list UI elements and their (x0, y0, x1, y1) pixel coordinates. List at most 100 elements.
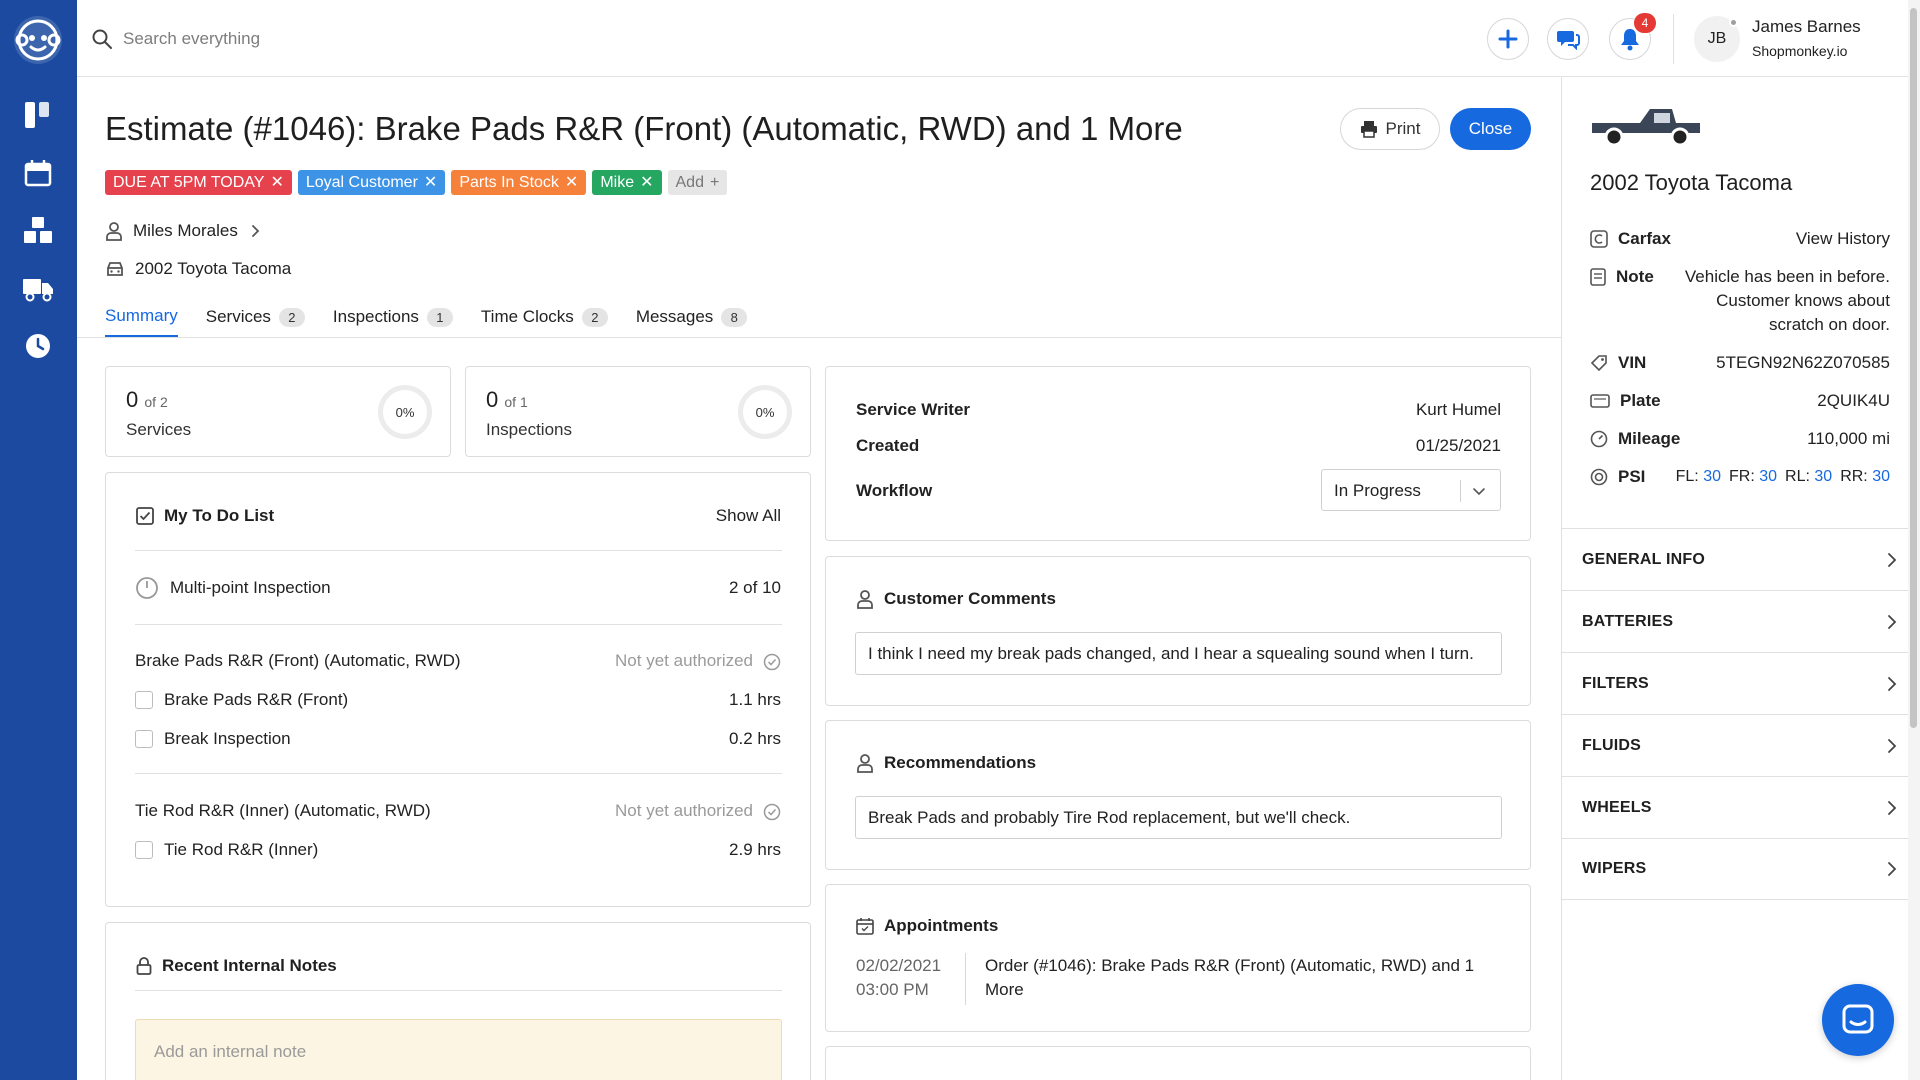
tab-time-clocks[interactable]: Time Clocks 2 (481, 297, 608, 337)
board-icon[interactable] (20, 97, 56, 133)
truck-icon[interactable] (20, 270, 56, 306)
pickup-truck-icon (1588, 103, 1706, 154)
psi-position: RR: (1840, 468, 1868, 485)
printer-icon (1360, 121, 1377, 138)
psi-position: FR: (1729, 468, 1755, 485)
tag-due-today[interactable]: DUE AT 5PM TODAY ✕ (105, 170, 292, 195)
vin-label: VIN (1590, 353, 1646, 373)
scrollbar[interactable] (1908, 0, 1920, 1080)
tab-inspections[interactable]: Inspections 1 (333, 297, 453, 337)
mileage-label-text: Mileage (1618, 429, 1681, 448)
section-label: WHEELS (1582, 798, 1652, 816)
section-general-info[interactable]: GENERAL INFO (1562, 528, 1920, 590)
service-writer-label: Service Writer (856, 400, 971, 419)
todo-item-hours: 1.1 hrs (729, 690, 781, 709)
tab-services[interactable]: Services 2 (206, 297, 305, 337)
lock-icon (136, 957, 152, 975)
internal-note-field[interactable]: Add an internal note (135, 1019, 782, 1080)
mileage-value[interactable]: 110,000 mi (1807, 429, 1890, 449)
calendar-small-icon (856, 918, 874, 935)
tab-count-badge: 1 (426, 307, 453, 327)
notifications-button[interactable]: 4 (1609, 13, 1656, 60)
psi-rl: RL: 30 (1785, 468, 1832, 486)
appointment-title-line1: Order (#1046): Brake Pads R&R (Front) (A… (985, 956, 1475, 975)
person-icon (857, 590, 873, 609)
todo-checkbox[interactable] (135, 730, 153, 748)
tag-label: Parts In Stock (459, 173, 559, 191)
section-wheels[interactable]: WHEELS (1562, 776, 1920, 838)
recommendations-field[interactable]: Break Pads and probably Tire Rod replace… (855, 796, 1502, 839)
section-wipers[interactable]: WIPERS (1562, 838, 1920, 900)
close-icon[interactable]: ✕ (640, 174, 653, 191)
customer-comments-field[interactable]: I think I need my break pads changed, an… (855, 632, 1502, 675)
created-label: Created (856, 436, 920, 455)
vehicle-title: 2002 Toyota Tacoma (1590, 170, 1793, 195)
recommendations-card: Recommendations Break Pads and probably … (825, 720, 1531, 870)
tag-technician[interactable]: Mike ✕ (592, 170, 662, 195)
tab-bar: Summary Services 2 Inspections 1 Time Cloc… (105, 297, 748, 337)
note-label-text: Note (1616, 267, 1654, 286)
section-batteries[interactable]: BATTERIES (1562, 590, 1920, 652)
plate-label: Plate (1590, 391, 1661, 411)
estimate-details-card: Service Writer Kurt Humel Created 01/25/… (825, 366, 1531, 541)
divider (135, 773, 782, 774)
mpi-label[interactable]: Multi-point Inspection (170, 578, 331, 598)
tag-loyal-customer[interactable]: Loyal Customer ✕ (297, 170, 446, 195)
tag-list: DUE AT 5PM TODAY ✕ Loyal Customer ✕ Parts … (105, 170, 728, 195)
search-input[interactable] (123, 22, 623, 56)
appointments-title: Appointments (856, 916, 998, 936)
view-history-link[interactable]: View History (1796, 229, 1890, 249)
search-icon (91, 28, 113, 50)
tab-label: Inspections (332, 307, 419, 326)
divider (135, 550, 782, 551)
tab-count-badge: 2 (581, 307, 608, 327)
close-icon[interactable]: ✕ (424, 174, 437, 191)
divider (135, 624, 782, 625)
print-button[interactable]: Print (1340, 108, 1440, 150)
section-label: GENERAL INFO (1582, 550, 1706, 568)
services-done-count: 0 of 2 (126, 387, 168, 413)
inspections-total: of 1 (504, 394, 528, 410)
close-button[interactable]: Close (1450, 108, 1531, 150)
page-title: Estimate (#1046): Brake Pads R&R (Front)… (105, 110, 1183, 147)
add-tag-button[interactable]: Add + (667, 170, 728, 195)
close-icon[interactable]: ✕ (565, 174, 578, 191)
recommendations-title-text: Recommendations (884, 753, 1037, 772)
tag-parts-in-stock[interactable]: Parts In Stock ✕ (451, 170, 587, 195)
plus-icon (1498, 29, 1518, 49)
avatar[interactable]: JB (1694, 16, 1740, 62)
psi-value: 30 (1814, 468, 1833, 485)
customer-link[interactable]: Miles Morales (105, 221, 262, 241)
calendar-icon[interactable] (20, 155, 56, 191)
add-tag-label: Add (675, 173, 704, 191)
inventory-icon[interactable] (20, 212, 56, 248)
topbar-divider (1673, 14, 1674, 64)
close-icon[interactable]: ✕ (270, 174, 283, 191)
chevron-down-icon (1473, 488, 1485, 496)
tab-messages[interactable]: Messages 8 (636, 297, 748, 337)
comments-title: Customer Comments (856, 589, 1056, 609)
support-chat-button[interactable] (1822, 984, 1894, 1056)
todo-checkbox[interactable] (135, 841, 153, 859)
workflow-select[interactable]: In Progress (1321, 469, 1501, 511)
user-name: James Barnes (1752, 17, 1861, 36)
clock-icon[interactable] (20, 328, 56, 364)
add-button[interactable] (1487, 18, 1529, 60)
vehicle-name: 2002 Toyota Tacoma (135, 259, 292, 278)
messages-button[interactable] (1547, 18, 1589, 60)
appointment-time: 03:00 PM (856, 980, 929, 999)
chevron-right-icon (251, 225, 260, 237)
section-fluids[interactable]: FLUIDS (1562, 714, 1920, 776)
service-writer-value: Kurt Humel (1415, 400, 1501, 419)
monkey-logo-icon[interactable] (12, 14, 64, 66)
section-filters[interactable]: FILTERS (1562, 652, 1920, 714)
vehicle-note-line: scratch on door. (1769, 315, 1890, 334)
carfax-label: Carfax (1590, 229, 1671, 249)
todo-checkbox[interactable] (135, 691, 153, 709)
tab-summary[interactable]: Summary (105, 297, 178, 337)
show-all-link[interactable]: Show All (716, 506, 781, 526)
avatar-initials: JB (1707, 30, 1727, 47)
tag-label: Mike (600, 173, 635, 191)
scrollbar-thumb[interactable] (1910, 8, 1917, 728)
divider (135, 990, 782, 991)
